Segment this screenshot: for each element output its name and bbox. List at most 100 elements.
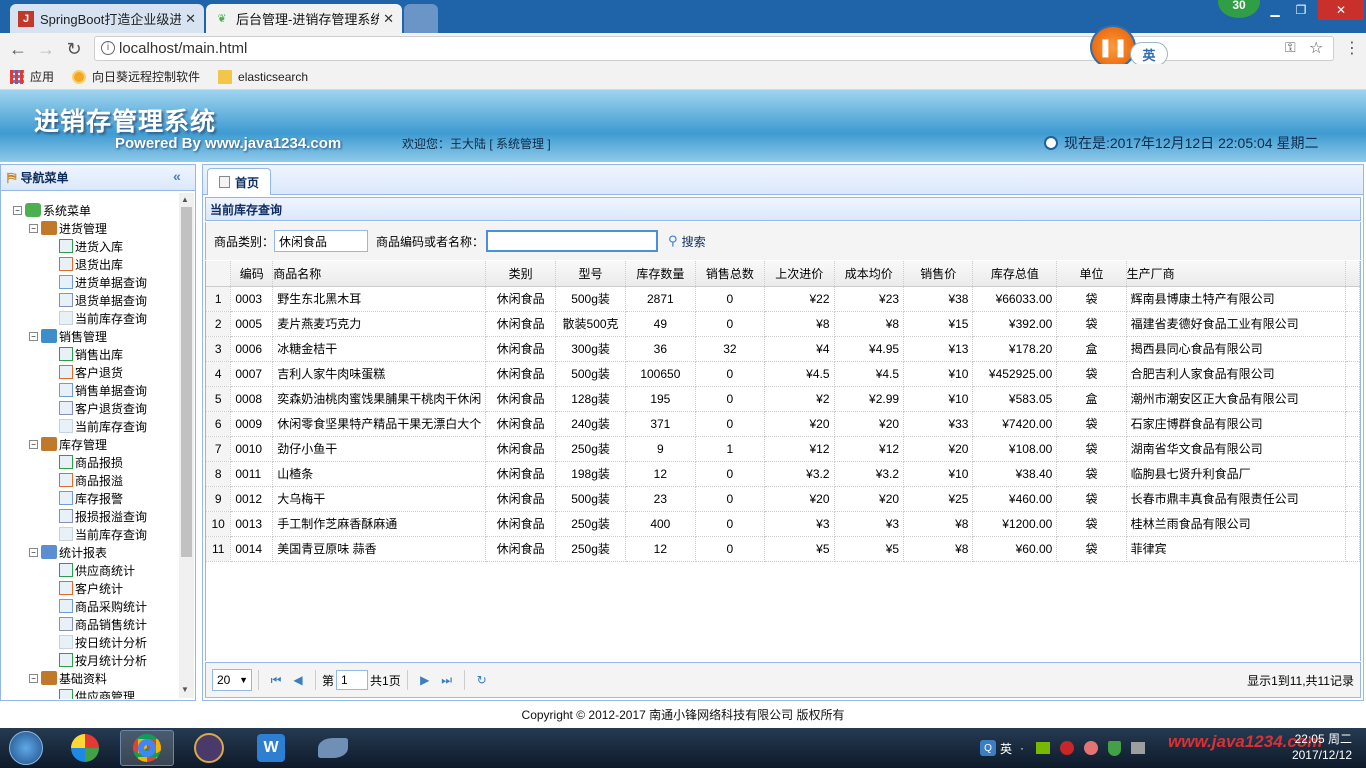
sidebar-group[interactable]: − 库存管理 — [29, 435, 107, 453]
column-header[interactable]: 商品名称 — [272, 261, 487, 287]
sidebar-item[interactable]: 当前库存查询 — [59, 525, 147, 543]
flower-icon[interactable] — [1084, 741, 1099, 755]
bookmark-apps[interactable]: 应用 — [10, 68, 54, 85]
network-icon[interactable] — [1131, 742, 1146, 754]
taskbar-app-mysql[interactable] — [306, 730, 360, 766]
column-header[interactable]: 销售价 — [903, 261, 974, 287]
close-tab-icon[interactable]: ✕ — [383, 11, 394, 27]
browser-tab-springboot[interactable]: J SpringBoot打造企业级进 ✕ — [10, 4, 204, 33]
sidebar-item[interactable]: 商品采购统计 — [59, 597, 147, 615]
category-input[interactable]: 休闲食品 — [274, 230, 369, 252]
table-row[interactable]: 4 0007 吉利人家牛肉味蛋糕 休闲食品 500g装 100650 0 ¥4.5 ¥4.5 ¥1… — [206, 361, 1360, 387]
scroll-down-icon[interactable]: ▼ — [181, 685, 189, 694]
ime-indicator[interactable]: 英 — [1000, 740, 1012, 757]
column-header[interactable]: 销售总数 — [695, 261, 766, 287]
pause-button[interactable]: ❚❚ — [1090, 25, 1136, 69]
next-page-icon[interactable]: ▶ — [414, 673, 436, 687]
collapse-toggle-icon[interactable]: − — [29, 439, 38, 449]
collapse-toggle-icon[interactable]: − — [13, 205, 22, 215]
sidebar-item[interactable]: 当前库存查询 — [59, 417, 147, 435]
taskbar-app-javaee[interactable] — [182, 730, 236, 766]
sidebar-item[interactable]: 库存报警 — [59, 489, 123, 507]
reload-icon[interactable]: ↻ — [62, 37, 86, 61]
bookmark-sunflower[interactable]: 向日葵远程控制软件 — [72, 68, 200, 85]
table-row[interactable]: 5 0008 奕森奶油桃肉蜜饯果脯果干桃肉干休闲 休闲食品 128g装 195 0 ¥2 ¥2.… — [206, 386, 1360, 412]
column-header[interactable]: 单位 — [1056, 261, 1127, 287]
menu-icon[interactable]: ⋮ — [1344, 38, 1360, 58]
tree-root[interactable]: − 系统菜单 — [13, 201, 91, 219]
table-row[interactable]: 2 0005 麦片燕麦巧克力 休闲食品 散装500克 49 0 ¥8 ¥8 ¥15 ¥392.00 袋… — [206, 311, 1360, 337]
taskbar-app-wps[interactable]: W — [244, 730, 298, 766]
start-button[interactable] — [4, 730, 48, 766]
column-header[interactable]: 成本均价 — [834, 261, 905, 287]
sidebar-item[interactable]: 客户退货查询 — [59, 399, 147, 417]
search-button[interactable]: ⚲ 搜索 — [668, 233, 706, 250]
ime-q-icon[interactable]: Q — [980, 740, 996, 756]
collapse-icon[interactable]: « — [173, 168, 181, 184]
column-header[interactable]: 上次进价 — [764, 261, 835, 287]
bookmark-star-icon[interactable]: ☆ — [1309, 38, 1323, 58]
sidebar-item[interactable]: 进货单据查询 — [59, 273, 147, 291]
tray-chevron-icon[interactable]: · — [1020, 741, 1024, 755]
table-row[interactable]: 7 0010 劲仔小鱼干 休闲食品 250g装 9 1 ¥12 ¥12 ¥20 ¥108.00 袋湖南… — [206, 436, 1360, 462]
ime-pill[interactable]: 英 — [1130, 42, 1168, 66]
sidebar-item[interactable]: 报损报溢查询 — [59, 507, 147, 525]
back-icon[interactable]: ← — [6, 37, 30, 61]
refresh-icon[interactable]: ↻ — [471, 673, 493, 687]
sidebar-item[interactable]: 退货出库 — [59, 255, 123, 273]
tab-home[interactable]: 首页 — [207, 168, 271, 195]
table-row[interactable]: 3 0006 冰糖金桔干 休闲食品 300g装 36 32 ¥4 ¥4.95 ¥13 ¥178.20… — [206, 336, 1360, 362]
maximize-icon[interactable]: ❐ — [1290, 0, 1312, 20]
column-header[interactable]: 生产厂商 — [1126, 261, 1347, 287]
collapse-toggle-icon[interactable]: − — [29, 673, 38, 683]
collapse-toggle-icon[interactable]: − — [29, 547, 38, 557]
nvidia-icon[interactable] — [1036, 742, 1051, 754]
sidebar-item[interactable]: 当前库存查询 — [59, 309, 147, 327]
key-icon[interactable]: ⚿ — [1285, 39, 1296, 56]
sidebar-item[interactable]: 客户退货 — [59, 363, 123, 381]
sidebar-item[interactable]: 供应商统计 — [59, 561, 135, 579]
sidebar-item[interactable]: 销售单据查询 — [59, 381, 147, 399]
close-tab-icon[interactable]: ✕ — [185, 11, 196, 27]
sidebar-item[interactable]: 客户统计 — [59, 579, 123, 597]
column-header[interactable]: 库存数量 — [625, 261, 696, 287]
collapse-toggle-icon[interactable]: − — [29, 331, 38, 341]
sidebar-item[interactable]: 退货单据查询 — [59, 291, 147, 309]
sidebar-item[interactable]: 商品报损 — [59, 453, 123, 471]
table-row[interactable]: 6 0009 休闲零食坚果特产精品干果无漂白大个 休闲食品 240g装 371 0 ¥20 ¥2… — [206, 411, 1360, 437]
shield-icon[interactable] — [1108, 740, 1122, 756]
sidebar-item[interactable]: 按月统计分析 — [59, 651, 147, 669]
sidebar-group[interactable]: − 基础资料 — [29, 669, 107, 687]
minimize-icon[interactable]: ▁ — [1264, 0, 1286, 20]
scroll-up-icon[interactable]: ▲ — [181, 195, 189, 204]
record-icon[interactable] — [1060, 741, 1075, 755]
forward-icon[interactable]: → — [34, 37, 58, 61]
sidebar-scroll-thumb[interactable] — [181, 207, 192, 557]
sidebar-item[interactable]: 销售出库 — [59, 345, 123, 363]
table-row[interactable]: 8 0011 山楂条 休闲食品 198g装 12 0 ¥3.2 ¥3.2 ¥10 ¥38.40 袋临朐… — [206, 461, 1360, 487]
column-header[interactable]: 库存总值 — [972, 261, 1058, 287]
new-tab-button[interactable] — [404, 4, 438, 33]
page-number-input[interactable] — [336, 670, 369, 690]
sidebar-group[interactable]: − 销售管理 — [29, 327, 107, 345]
last-page-icon[interactable]: ⏭ — [436, 673, 458, 688]
first-page-icon[interactable]: ⏮ — [265, 673, 287, 688]
taskbar-app-chrome[interactable] — [120, 730, 174, 766]
bookmark-elasticsearch[interactable]: elasticsearch — [218, 69, 308, 84]
table-row[interactable]: 11 0014 美国青豆原味 蒜香 休闲食品 250g装 12 0 ¥5 ¥5 ¥8 ¥60.00 袋… — [206, 536, 1360, 562]
sidebar-group[interactable]: − 统计报表 — [29, 543, 107, 561]
sidebar-item[interactable]: 商品销售统计 — [59, 615, 147, 633]
taskbar-app-pinwheel[interactable] — [58, 730, 112, 766]
sidebar-item[interactable]: 供应商管理 — [59, 687, 135, 699]
column-header[interactable]: 型号 — [555, 261, 626, 287]
table-row[interactable]: 10 0013 手工制作芝麻香酥麻通 休闲食品 250g装 400 0 ¥3 ¥3 ¥8 ¥1200… — [206, 511, 1360, 537]
collapse-toggle-icon[interactable]: − — [29, 223, 38, 233]
prev-page-icon[interactable]: ◀ — [287, 673, 309, 687]
browser-tab-admin[interactable]: ❦ 后台管理-进销存管理系统 ✕ — [206, 4, 402, 33]
close-window-icon[interactable]: ✕ — [1318, 0, 1364, 20]
sidebar-group[interactable]: − 进货管理 — [29, 219, 107, 237]
taskbar-clock[interactable]: 22:05 周二 2017/12/12 — [1256, 731, 1352, 763]
table-row[interactable]: 1 0003 野生东北黑木耳 休闲食品 500g装 2871 0 ¥22 ¥23 ¥38 ¥6603… — [206, 286, 1360, 312]
column-header[interactable]: 编码 — [230, 261, 274, 287]
sidebar-item[interactable]: 商品报溢 — [59, 471, 123, 489]
